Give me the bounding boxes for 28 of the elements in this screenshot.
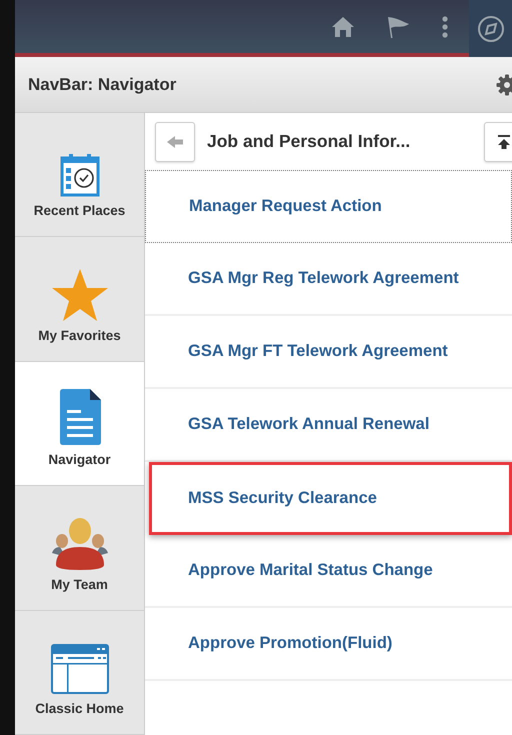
menu-item[interactable]: Approve Promotion(Fluid) — [145, 608, 512, 681]
menu-item[interactable]: GSA Telework Annual Renewal — [145, 389, 512, 462]
window-icon — [50, 642, 110, 695]
more-icon[interactable] — [441, 14, 449, 38]
sidebar-item[interactable]: Recent Places — [15, 113, 144, 238]
sidebar-item[interactable]: Navigator — [15, 362, 144, 486]
top-button[interactable] — [484, 122, 512, 162]
menu-item[interactable]: Approve Marital Status Change — [145, 535, 512, 608]
flag-icon[interactable] — [385, 14, 411, 38]
folder-title: Job and Personal Infor... — [207, 131, 410, 152]
sidebar-item[interactable]: My Team — [15, 486, 144, 611]
menu-item[interactable]: GSA Mgr Reg Telework Agreement — [145, 243, 512, 316]
back-button[interactable] — [155, 122, 195, 162]
back-arrow-icon — [166, 134, 184, 148]
compass-icon — [476, 14, 504, 42]
menu-item[interactable]: MSS Security Clearance — [149, 462, 512, 535]
calendar-clock-icon — [60, 153, 100, 198]
document-icon — [58, 388, 102, 446]
navbar-button[interactable] — [469, 0, 512, 57]
star-icon — [50, 268, 108, 322]
home-icon[interactable] — [331, 16, 355, 38]
panel-title: NavBar: Navigator — [28, 74, 176, 94]
people-icon — [50, 516, 110, 571]
scroll-top-icon — [497, 134, 511, 150]
sidebar-item[interactable]: Classic Home — [15, 610, 144, 735]
sidebar-item[interactable]: My Favorites — [15, 237, 144, 362]
menu-item[interactable]: Manager Request Action — [145, 170, 512, 243]
menu-item[interactable]: GSA Mgr FT Telework Agreement — [145, 316, 512, 389]
